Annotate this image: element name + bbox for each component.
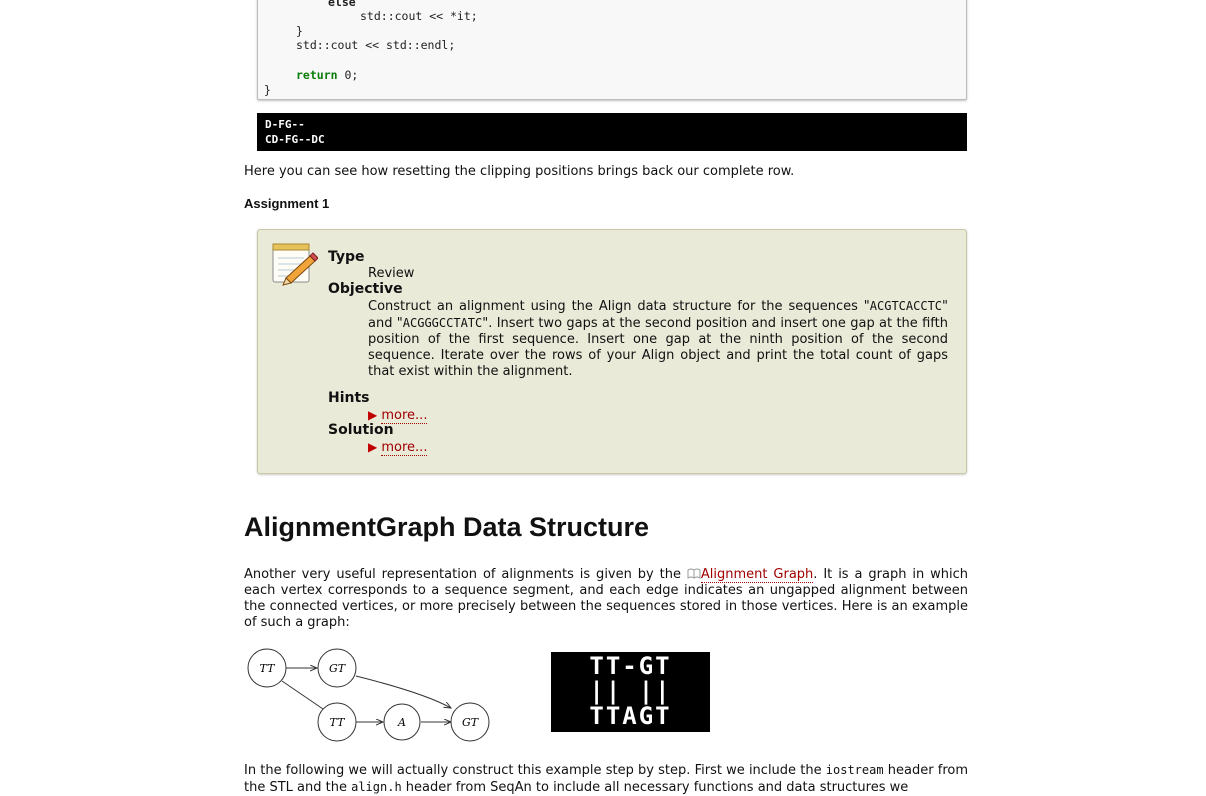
book-icon xyxy=(687,568,701,579)
section-paragraph: Another very useful representation of al… xyxy=(244,567,968,630)
alignment-row: || || xyxy=(589,677,672,705)
svg-text:GT: GT xyxy=(462,716,480,729)
alignment-graph-diagram: TT GT TT A GT xyxy=(247,648,490,742)
return-value: 0; xyxy=(344,68,359,82)
notepad-pencil-icon xyxy=(272,243,318,286)
svg-text:TT: TT xyxy=(260,662,277,675)
section-heading: AlignmentGraph Data Structure xyxy=(244,512,650,542)
type-value: Review xyxy=(368,266,415,281)
assignment-title: Assignment 1 xyxy=(244,196,330,211)
solution-more-link[interactable]: more... xyxy=(381,440,428,456)
console-line: D-FG-- xyxy=(265,118,305,131)
sequence-1: ACGTCACCTC xyxy=(869,299,943,313)
code-block: else std::cout << *it; } std::cout << st… xyxy=(257,0,967,100)
code-iostream: iostream xyxy=(825,763,884,777)
objective-text: Construct an alignment using the Align d… xyxy=(368,299,948,379)
alignment-row: TT-GT xyxy=(589,652,672,680)
graph-node: TT xyxy=(317,702,357,742)
console-line: CD-FG--DC xyxy=(265,133,325,146)
graph-node: GT xyxy=(450,702,490,742)
return-keyword: return xyxy=(296,68,338,82)
sequence-2: ACGGGCCTATC xyxy=(402,316,483,330)
assignment-box: Type Review Objective Construct an align… xyxy=(257,229,967,474)
expand-triangle-icon: ▶ xyxy=(368,408,378,422)
alignment-graph-link[interactable]: Alignment Graph xyxy=(700,567,814,583)
code-line-else: else xyxy=(328,0,356,9)
console-output: D-FG-- CD-FG--DC xyxy=(257,113,967,151)
objective-label: Objective xyxy=(328,281,403,297)
solution-label: Solution xyxy=(328,422,394,438)
alignment-row: TTAGT xyxy=(589,702,672,730)
intro-text: Here you can see how resetting the clipp… xyxy=(244,164,795,179)
code-line-cout-it: std::cout << *it; xyxy=(360,9,478,23)
code-line-endl: std::cout << std::endl; xyxy=(296,38,456,52)
expand-triangle-icon: ▶ xyxy=(368,440,378,454)
svg-text:TT: TT xyxy=(330,716,347,729)
code-line-return: return 0; xyxy=(296,68,358,82)
bottom-paragraph: In the following we will actually constr… xyxy=(244,763,968,795)
code-line-brace-outer: } xyxy=(264,83,271,97)
svg-text:A: A xyxy=(397,716,406,729)
solution-toggle[interactable]: ▶ more... xyxy=(368,439,428,456)
graph-node: TT xyxy=(247,648,287,688)
graph-node: A xyxy=(383,703,421,741)
hints-label: Hints xyxy=(328,390,370,406)
code-line-brace-inner: } xyxy=(296,24,303,38)
type-label: Type xyxy=(328,249,365,265)
svg-text:GT: GT xyxy=(329,662,347,675)
alignment-image: TT-GT || || TTAGT xyxy=(551,652,710,732)
graph-node: GT xyxy=(317,648,357,688)
